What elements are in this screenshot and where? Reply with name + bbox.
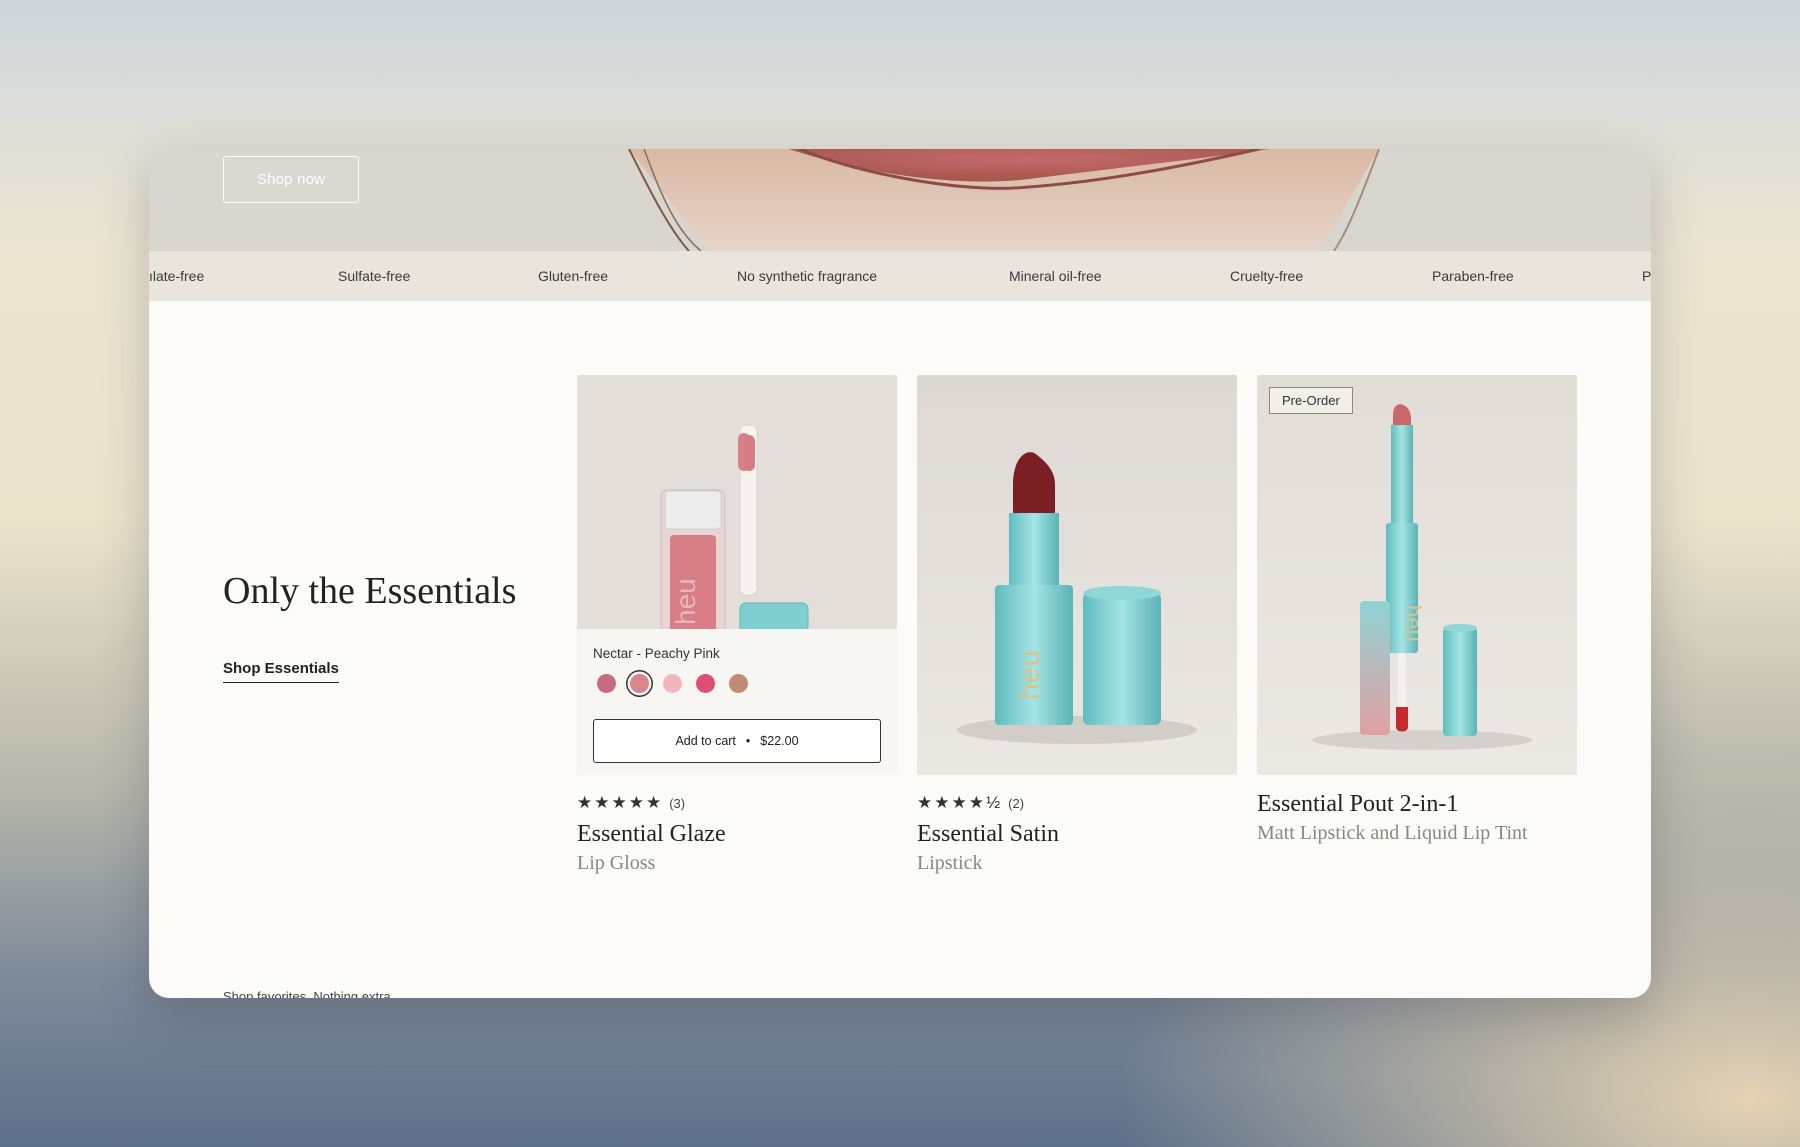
product-name[interactable]: Essential Glaze [577, 821, 726, 848]
marquee-item: Cruelty-free [1230, 268, 1304, 284]
selected-shade-name: Nectar - Peachy Pink [593, 646, 720, 661]
product-subtitle: Matt Lipstick and Liquid Lip Tint [1257, 822, 1528, 844]
footer-tagline: Shop favorites. Nothing extra. [223, 989, 395, 998]
marquee-item: No synthetic fragrance [737, 268, 878, 284]
marquee-item: Mineral oil-free [1009, 268, 1102, 284]
svg-text:heu: heu [670, 578, 701, 625]
product-name[interactable]: Essential Satin [917, 821, 1059, 848]
shade-swatch[interactable] [696, 674, 715, 693]
section-title: Only the Essentials [223, 570, 517, 612]
shade-swatch[interactable] [663, 674, 682, 693]
hero-banner: Shop now [149, 149, 1651, 251]
product-name[interactable]: Essential Pout 2-in-1 [1257, 791, 1458, 818]
product-image[interactable]: heu Nectar - Peachy Pink Add to cart • $… [577, 375, 897, 775]
product-card-satin[interactable]: heu ★★★★½ (2) Essential Satin Lipstick [917, 375, 1237, 874]
review-count: (2) [1008, 796, 1025, 811]
add-to-cart-button[interactable]: Add to cart • $22.00 [593, 719, 881, 763]
lipstick-image: heu [917, 375, 1237, 775]
product-image[interactable]: heu [917, 375, 1237, 775]
product-card-pout[interactable]: heu Pre-Order Essential Pout 2-in-1 Matt… [1257, 375, 1577, 844]
product-subtitle: Lipstick [917, 852, 983, 874]
pre-order-badge: Pre-Order [1269, 387, 1353, 414]
marquee-item: Paraben-free [1432, 268, 1514, 284]
lip-duo-image: heu [1257, 375, 1577, 775]
marquee-item: Gluten-free [538, 268, 609, 284]
shade-swatch[interactable] [597, 674, 616, 693]
rating[interactable]: ★★★★½ (2) [917, 793, 1024, 813]
star-rating-icon: ★★★★★ [577, 793, 664, 812]
svg-text:heu: heu [1013, 650, 1046, 700]
svg-text:heu: heu [1401, 605, 1426, 642]
quick-add-panel: Nectar - Peachy Pink Add to cart • $22.0… [577, 629, 897, 775]
separator-dot: • [745, 734, 751, 748]
review-count: (3) [669, 796, 686, 811]
product-card-glaze[interactable]: heu Nectar - Peachy Pink Add to cart • $… [577, 375, 897, 874]
marquee-item: Sulfate-free [338, 268, 411, 284]
product-subtitle: Lip Gloss [577, 852, 656, 874]
shop-essentials-link[interactable]: Shop Essentials [223, 660, 339, 683]
hero-image [149, 149, 1651, 251]
browser-window: Shop now ılate-free Sulfate-free Gluten-… [149, 149, 1651, 998]
add-to-cart-label: Add to cart [675, 734, 736, 748]
shade-swatch[interactable] [729, 674, 748, 693]
price: $22.00 [760, 734, 799, 748]
shop-now-button[interactable]: Shop now [223, 156, 359, 203]
star-rating-icon: ★★★★½ [917, 793, 1003, 812]
product-image[interactable]: heu Pre-Order [1257, 375, 1577, 775]
marquee-item: ılate-free [149, 268, 205, 284]
ingredient-marquee: ılate-free Sulfate-free Gluten-free No s… [149, 251, 1651, 301]
rating[interactable]: ★★★★★ (3) [577, 793, 685, 813]
marquee-item: P [1642, 268, 1651, 284]
shade-swatch-selected[interactable] [630, 674, 649, 693]
